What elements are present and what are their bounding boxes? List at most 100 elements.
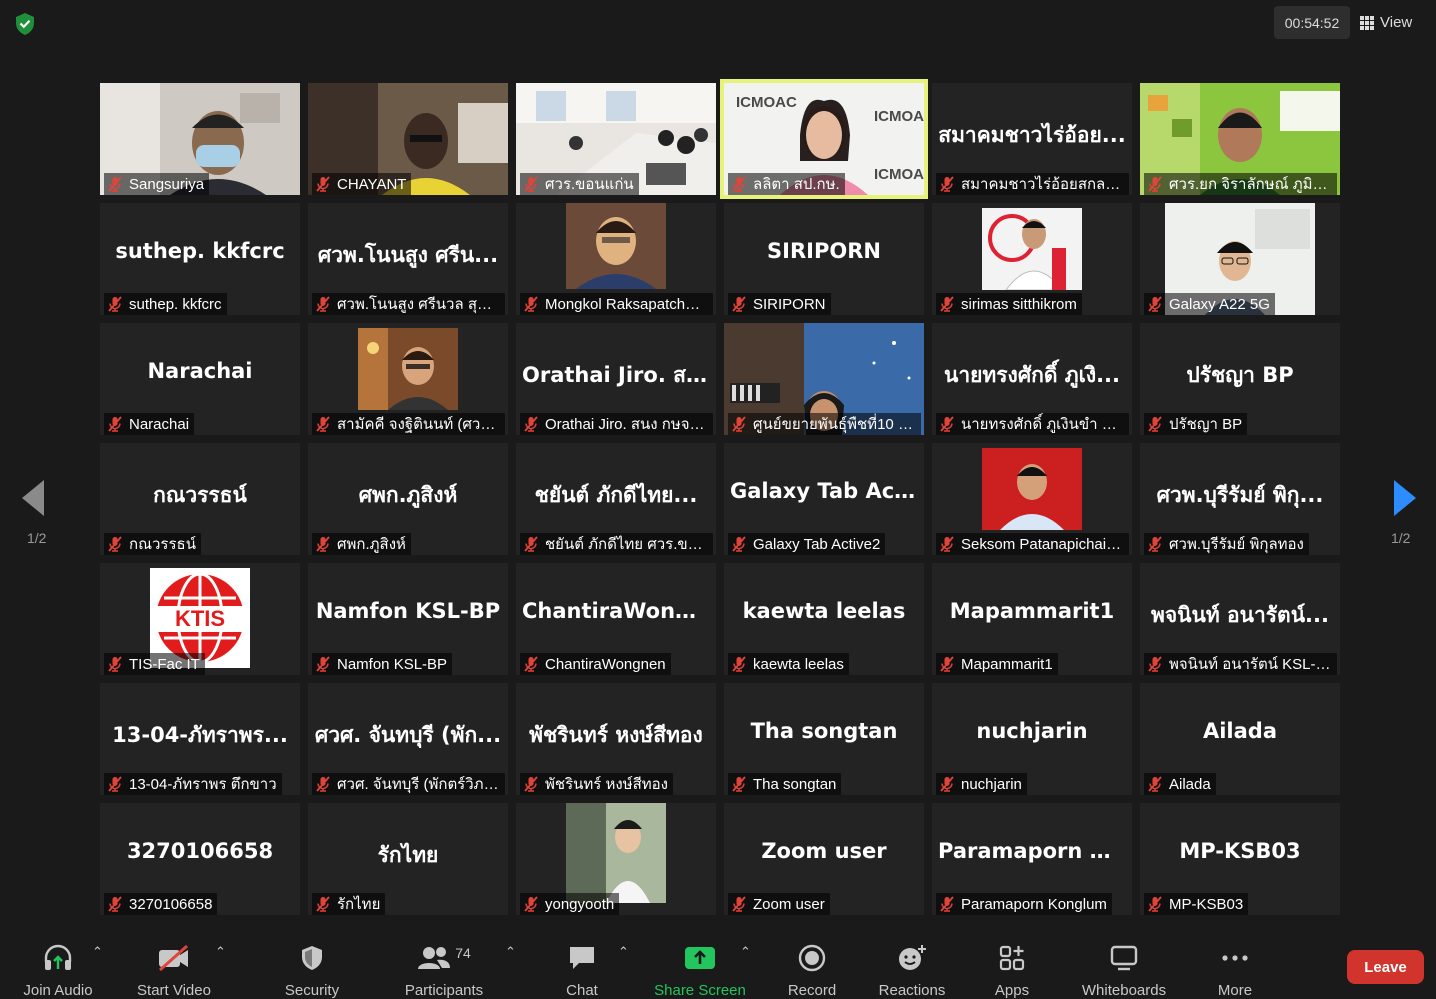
participant-tile[interactable]: suthep. kkfcrc suthep. kkfcrc <box>100 203 300 315</box>
video-feed <box>358 328 458 410</box>
video-gallery: SangsuriyaCHAYANTศวร.ขอนแก่นICMOACICMOAC… <box>100 79 1340 915</box>
participant-tile[interactable]: ชยันต์ ภักดีไทย... ชยันต์ ภักดีไทย ศวร.ขอ… <box>516 443 716 555</box>
participant-tile[interactable]: Paramaporn Ko... Paramaporn Konglum <box>932 803 1132 915</box>
apps-button[interactable]: Apps <box>986 930 1038 999</box>
participant-tile[interactable]: ปรัชญา BP ปรัชญา BP <box>1140 323 1340 435</box>
participant-tile[interactable]: MP-KSB03 MP-KSB03 <box>1140 803 1340 915</box>
participant-tile[interactable]: yongyooth <box>516 803 716 915</box>
reactions-button[interactable]: Reactions <box>872 930 952 999</box>
participant-tile[interactable]: ศวร.ขอนแก่น <box>516 83 716 195</box>
participant-tile[interactable]: ศวพ.โนนสูง ศรีน... ศวพ.โนนสูง ศรีนวล สุรา… <box>308 203 508 315</box>
participant-tile[interactable]: ศวพ.บุรีรัมย์ พิกุ... ศวพ.บุรีรัมย์ พิกุล… <box>1140 443 1340 555</box>
participant-display-name: ศวพ.บุรีรัมย์ พิกุ... <box>1156 483 1324 507</box>
participant-name: SIRIPORN <box>753 295 826 313</box>
whiteboards-label: Whiteboards <box>1081 982 1167 999</box>
muted-mic-icon <box>108 776 122 792</box>
participant-name-label: ชยันต์ ภักดีไทย ศวร.ขอน... <box>520 533 713 555</box>
whiteboards-button[interactable]: Whiteboards <box>1074 930 1174 999</box>
participant-display-name: SIRIPORN <box>767 239 881 263</box>
muted-mic-icon <box>316 416 330 432</box>
participant-tile[interactable]: ICMOAC ICMOAC ICMOAC ลลิตา สป.กษ. <box>720 79 928 199</box>
start-video-label: Start Video <box>137 982 211 999</box>
share-screen-button[interactable]: Share Screen <box>650 930 750 999</box>
participant-tile[interactable]: พัชรินทร์ หงษ์สีทอง พัชรินทร์ หงษ์สีทอง <box>516 683 716 795</box>
start-video-button[interactable]: Start Video <box>128 930 220 999</box>
participant-name: Galaxy A22 5G <box>1169 295 1270 313</box>
participant-name-label: ChantiraWongnen <box>520 653 671 675</box>
participant-name: nuchjarin <box>961 775 1022 793</box>
participant-display-name: Ailada <box>1202 719 1278 743</box>
participant-tile[interactable]: ChantiraWongn... ChantiraWongnen <box>516 563 716 675</box>
participants-icon <box>418 946 451 969</box>
participant-tile[interactable]: sirimas sitthikrom <box>932 203 1132 315</box>
video-options-caret-icon[interactable]: ⌃ <box>215 944 226 960</box>
participant-tile[interactable]: Mapammarit1 Mapammarit1 <box>932 563 1132 675</box>
participant-tile[interactable]: กณวรรธน์ กณวรรธน์ <box>100 443 300 555</box>
more-button[interactable]: More <box>1208 930 1262 999</box>
video-feed <box>982 448 1082 530</box>
participant-display-name: ศวศ. จันทบุรี (พัก... <box>314 723 502 747</box>
view-button[interactable]: View <box>1360 6 1430 39</box>
participant-tile[interactable]: CHAYANT <box>308 83 508 195</box>
previous-page-arrow-icon[interactable] <box>22 480 46 516</box>
participant-tile[interactable]: Seksom Patanapichai : ... <box>932 443 1132 555</box>
participant-tile[interactable]: 13-04-ภัทราพร... 13-04-ภัทราพร ตึกขาว <box>100 683 300 795</box>
participant-tile[interactable]: Ailada Ailada <box>1140 683 1340 795</box>
next-page-arrow-icon[interactable] <box>1392 480 1416 516</box>
participant-tile[interactable]: Galaxy Tab Acti... Galaxy Tab Active2 <box>724 443 924 555</box>
participant-tile[interactable]: Mongkol Raksapatchar... <box>516 203 716 315</box>
svg-text:ICMOAC: ICMOAC <box>736 94 797 111</box>
chat-button[interactable]: Chat <box>552 930 612 999</box>
muted-mic-icon <box>316 656 330 672</box>
participant-tile[interactable]: รักไทย รักไทย <box>308 803 508 915</box>
participant-tile[interactable]: Zoom user Zoom user <box>724 803 924 915</box>
participant-tile[interactable]: nuchjarin nuchjarin <box>932 683 1132 795</box>
participant-tile[interactable]: KTIS TIS-Fac IT <box>100 563 300 675</box>
participant-tile[interactable]: พจนินท์ อนารัตน์... พจนินท์ อนารัตน์ KSL-… <box>1140 563 1340 675</box>
participant-tile[interactable]: Galaxy A22 5G <box>1140 203 1340 315</box>
participant-name: ศพก.ภูสิงห์ <box>337 536 406 553</box>
view-label: View <box>1380 14 1413 31</box>
participant-display-name: สมาคมชาวไร่อ้อย... <box>938 123 1126 147</box>
participant-tile[interactable]: SIRIPORN SIRIPORN <box>724 203 924 315</box>
participant-name: yongyooth <box>545 895 615 913</box>
participant-tile[interactable]: ศวศ. จันทบุรี (พัก... ศวศ. จันทบุรี (พักต… <box>308 683 508 795</box>
participant-name: MP-KSB03 <box>1169 895 1244 913</box>
join-audio-button[interactable]: Join Audio <box>14 930 102 999</box>
participant-name-label: Galaxy A22 5G <box>1144 293 1275 315</box>
participant-tile[interactable]: kaewta leelas kaewta leelas <box>724 563 924 675</box>
record-button[interactable]: Record <box>780 930 844 999</box>
participant-tile[interactable]: Narachai Narachai <box>100 323 300 435</box>
muted-mic-icon <box>1148 536 1162 552</box>
participant-display-name: Orathai Jiro. สน... <box>522 363 716 387</box>
participant-tile[interactable]: สมาคมชาวไร่อ้อย... สมาคมชาวไร่อ้อยสกลนคร <box>932 83 1132 195</box>
participant-name-label: Galaxy Tab Active2 <box>728 533 886 555</box>
participant-tile[interactable]: 3270106658 3270106658 <box>100 803 300 915</box>
participant-tile[interactable]: Tha songtan Tha songtan <box>724 683 924 795</box>
encryption-shield-icon[interactable] <box>12 11 38 37</box>
participant-tile[interactable]: ศูนย์ขยายพันธุ์พืชที่10 จ.... <box>724 323 924 435</box>
participant-tile[interactable]: ศวร.ยก จิราลักษณ์ ภูมิไธสง <box>1140 83 1340 195</box>
participants-button[interactable]: 74 Participants <box>394 930 494 999</box>
participant-name: Narachai <box>129 415 190 433</box>
security-button[interactable]: Security <box>272 930 352 999</box>
muted-mic-icon <box>1148 416 1162 432</box>
audio-options-caret-icon[interactable]: ⌃ <box>92 944 103 960</box>
participant-tile[interactable]: นายทรงศักดิ์ ภูเงิ... นายทรงศักดิ์ ภูเงิน… <box>932 323 1132 435</box>
chat-options-caret-icon[interactable]: ⌃ <box>618 944 629 960</box>
participant-tile[interactable]: Orathai Jiro. สน... Orathai Jiro. สนง กษจ… <box>516 323 716 435</box>
security-label: Security <box>284 982 340 999</box>
share-options-caret-icon[interactable]: ⌃ <box>740 944 751 960</box>
participant-name-label: พัชรินทร์ หงษ์สีทอง <box>520 773 673 795</box>
participant-display-name: ศวพ.โนนสูง ศรีน... <box>317 243 499 267</box>
participant-tile[interactable]: สามัคคี จงฐิตินนท์ (ศวร.น... <box>308 323 508 435</box>
muted-mic-icon <box>108 896 122 912</box>
participant-tile[interactable]: ศพก.ภูสิงห์ ศพก.ภูสิงห์ <box>308 443 508 555</box>
participant-tile[interactable]: Sangsuriya <box>100 83 300 195</box>
participant-name-label: ศวร.ยก จิราลักษณ์ ภูมิไธสง <box>1144 173 1337 195</box>
participants-options-caret-icon[interactable]: ⌃ <box>505 944 516 960</box>
leave-button[interactable]: Leave <box>1347 950 1424 984</box>
participant-tile[interactable]: Namfon KSL-BP Namfon KSL-BP <box>308 563 508 675</box>
participant-name-label: suthep. kkfcrc <box>104 293 227 315</box>
participant-name: Seksom Patanapichai : ... <box>961 535 1124 553</box>
